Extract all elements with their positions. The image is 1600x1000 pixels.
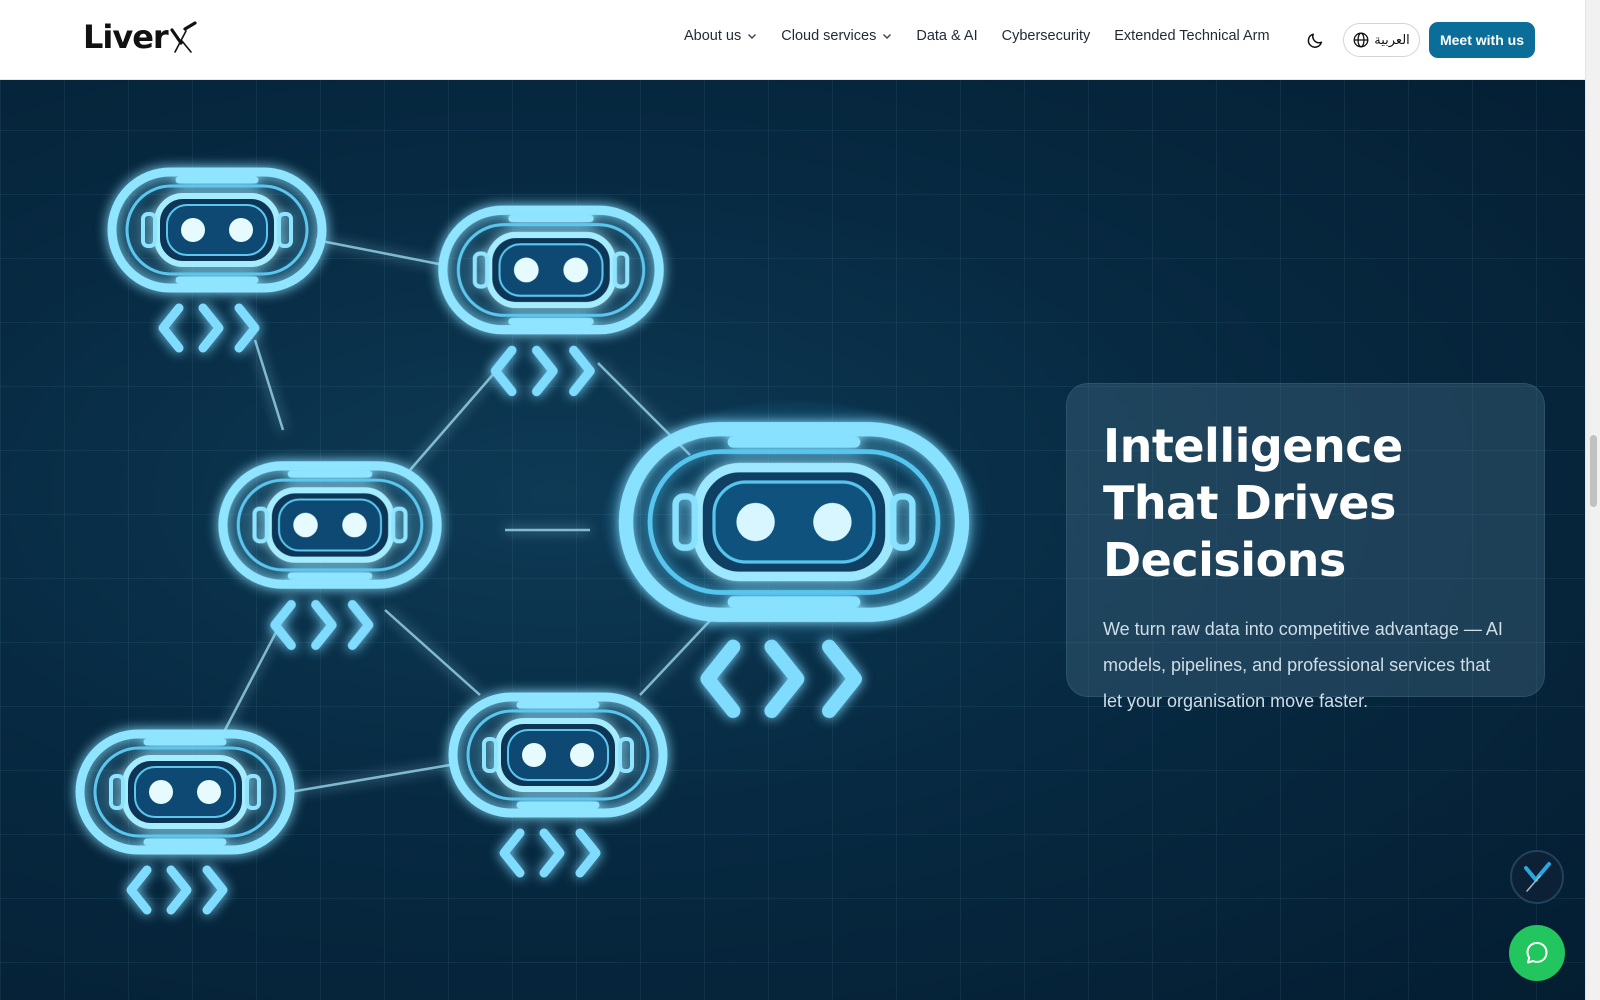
hero-section: Intelligence That Drives Decisions We tu… bbox=[0, 80, 1585, 1000]
nav-item-label: Cybersecurity bbox=[1001, 28, 1091, 44]
nav-item-label: Cloud services bbox=[781, 28, 877, 44]
hero-card: Intelligence That Drives Decisions We tu… bbox=[1066, 383, 1545, 711]
ai-bots-network-illustration bbox=[0, 80, 984, 1000]
liverx-assistant-icon bbox=[1524, 862, 1551, 892]
language-label: العربية bbox=[1374, 32, 1410, 47]
nav-item-cybersecurity[interactable]: Cybersecurity bbox=[1002, 28, 1091, 44]
language-switch-button[interactable]: العربية bbox=[1343, 23, 1420, 57]
chevron-down-icon bbox=[883, 34, 892, 39]
nav-item-label: Extended Technical Arm bbox=[1114, 28, 1270, 44]
chat-launcher-button[interactable] bbox=[1509, 925, 1565, 981]
nav-item-label: Data & AI bbox=[916, 28, 978, 44]
nav-item-data-ai[interactable]: Data & AI bbox=[916, 28, 977, 44]
meet-with-us-button[interactable]: Meet with us bbox=[1429, 22, 1535, 58]
moon-icon bbox=[1307, 33, 1323, 48]
nav-item-label: About us bbox=[684, 28, 742, 44]
chat-bubble-icon bbox=[1526, 942, 1548, 964]
assistant-launcher-button[interactable] bbox=[1510, 850, 1564, 904]
logo-wordmark: Liver bbox=[83, 18, 169, 56]
logo-x-mark-icon bbox=[170, 21, 197, 53]
theme-toggle-button[interactable] bbox=[1305, 29, 1327, 51]
liverx-logo[interactable]: Liver bbox=[83, 18, 197, 56]
nav-item-cloud-services[interactable]: Cloud services bbox=[781, 28, 892, 44]
hero-title: Intelligence That Drives Decisions bbox=[1103, 419, 1403, 587]
page-scrollbar[interactable] bbox=[1585, 0, 1600, 1000]
main-nav: About us Cloud services Data & AI Cybers… bbox=[684, 28, 1294, 44]
globe-icon bbox=[1353, 32, 1369, 48]
scrollbar-thumb[interactable] bbox=[1590, 435, 1597, 507]
chevron-down-icon bbox=[748, 34, 757, 39]
nav-item-extended-technical-arm[interactable]: Extended Technical Arm bbox=[1114, 28, 1269, 44]
site-header: Liver About us Cloud services Data & AI … bbox=[0, 0, 1585, 80]
hero-description: We turn raw data into competitive advant… bbox=[1103, 619, 1503, 711]
nav-item-about-us[interactable]: About us bbox=[684, 28, 757, 44]
